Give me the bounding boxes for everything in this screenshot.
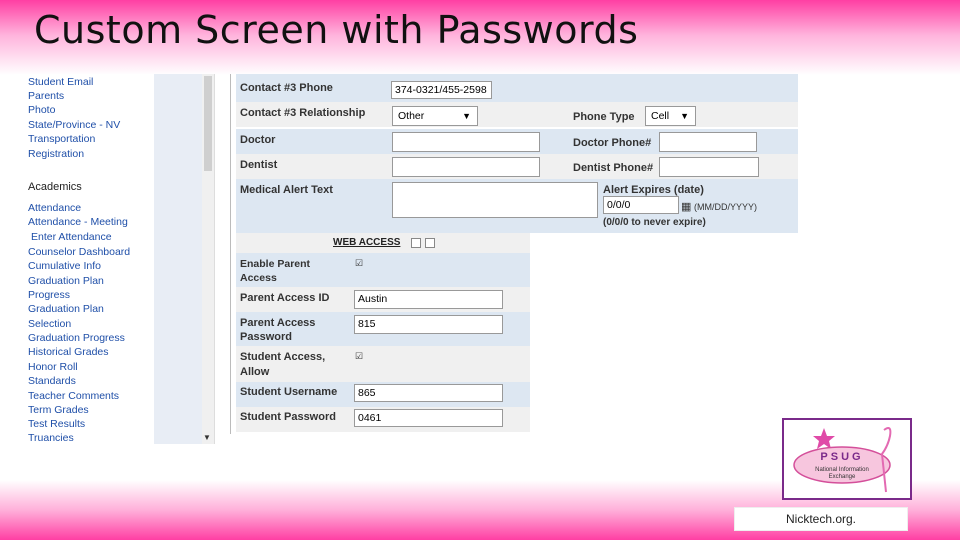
- nav-item-enter-attendance[interactable]: Enter Attendance: [31, 231, 112, 243]
- enable-parent-label-2: Access: [240, 272, 277, 284]
- alert-expires-input[interactable]: 0/0/0: [603, 196, 679, 214]
- slide-title: Custom Screen with Passwords: [34, 8, 639, 52]
- logo-text: PSUG: [820, 451, 863, 463]
- nav-item-honor-roll[interactable]: Honor Roll: [28, 361, 78, 373]
- footer-credit: Nicktech.org.: [734, 507, 908, 531]
- nav-list: Student Email Parents Photo State/Provin…: [14, 74, 154, 444]
- calendar-icon[interactable]: ▦: [681, 200, 691, 213]
- nav-item-selection[interactable]: Selection: [28, 318, 71, 330]
- nav-section-academics: Academics: [28, 181, 82, 193]
- nav-item-photo[interactable]: Photo: [28, 104, 55, 116]
- dentist-label: Dentist: [240, 159, 278, 171]
- divider: [230, 74, 231, 434]
- never-expire-hint: (0/0/0 to never expire): [603, 217, 706, 228]
- student-access-label-1: Student Access,: [240, 351, 326, 363]
- nav-item-graduation-plan-2[interactable]: Graduation Plan: [28, 303, 104, 315]
- nav-item-attendance-meeting[interactable]: Attendance - Meeting: [28, 216, 128, 228]
- nav-item-transportation[interactable]: Transportation: [28, 133, 95, 145]
- phone-type-label: Phone Type: [573, 111, 635, 123]
- contact3-phone-input[interactable]: 374-0321/455-2598: [391, 81, 492, 99]
- doctor-phone-label: Doctor Phone#: [573, 137, 652, 149]
- nav-gutter: [154, 74, 202, 444]
- parent-password-label-1: Parent Access: [240, 317, 316, 329]
- scroll-down-arrow-icon[interactable]: ▼: [203, 433, 211, 442]
- parent-id-input[interactable]: Austin: [354, 290, 503, 309]
- student-access-checkbox[interactable]: ☑: [355, 352, 364, 361]
- parent-password-input[interactable]: 815: [354, 315, 503, 334]
- nav-scrollbar[interactable]: ▼: [202, 74, 214, 444]
- student-form: Contact #3 Phone 374-0321/455-2598 Conta…: [230, 74, 798, 444]
- doctor-label: Doctor: [240, 134, 276, 146]
- student-password-label: Student Password: [240, 411, 336, 423]
- nav-item-parents[interactable]: Parents: [28, 90, 64, 102]
- web-access-box-2[interactable]: [425, 238, 435, 248]
- logo-subtitle-1: National Information: [815, 467, 869, 473]
- parent-password-label-2: Password: [240, 331, 292, 343]
- student-username-label: Student Username: [240, 386, 338, 398]
- phone-type-value: Cell: [651, 110, 670, 122]
- star-icon: [813, 428, 835, 449]
- nav-item-historical-grades[interactable]: Historical Grades: [28, 346, 109, 358]
- nav-item-registration[interactable]: Registration: [28, 148, 84, 160]
- side-navigation: Student Email Parents Photo State/Provin…: [14, 74, 215, 444]
- psug-logo: PSUG National Information Exchange: [782, 418, 912, 500]
- parent-id-label: Parent Access ID: [240, 292, 330, 304]
- student-password-input[interactable]: 0461: [354, 409, 503, 427]
- nav-item-student-email[interactable]: Student Email: [28, 76, 93, 88]
- contact3-relationship-label: Contact #3 Relationship: [240, 107, 366, 119]
- logo-graphic: PSUG National Information Exchange: [793, 427, 892, 493]
- medical-alert-textarea[interactable]: [392, 182, 598, 218]
- medical-alert-label: Medical Alert Text: [240, 184, 333, 196]
- nav-item-test-results[interactable]: Test Results: [28, 418, 85, 430]
- logo-subtitle-2: Exchange: [829, 474, 856, 480]
- nav-item-progress[interactable]: Progress: [28, 289, 70, 301]
- chevron-down-icon: ▼: [680, 111, 689, 121]
- nav-item-teacher-comments[interactable]: Teacher Comments: [28, 390, 119, 402]
- nav-item-standards[interactable]: Standards: [28, 375, 76, 387]
- dentist-phone-input[interactable]: [659, 157, 759, 177]
- student-username-input[interactable]: 865: [354, 384, 503, 402]
- doctor-input[interactable]: [392, 132, 540, 152]
- nav-item-graduation-progress[interactable]: Graduation Progress: [28, 332, 125, 344]
- doctor-phone-input[interactable]: [659, 132, 757, 152]
- nav-item-term-grades[interactable]: Term Grades: [28, 404, 89, 416]
- nav-item-truancies[interactable]: Truancies: [28, 432, 74, 444]
- nav-item-cumulative-info[interactable]: Cumulative Info: [28, 260, 101, 272]
- nav-item-counselor-dashboard[interactable]: Counselor Dashboard: [28, 246, 130, 258]
- date-format-hint: (MM/DD/YYYY): [694, 202, 757, 212]
- scrollbar-thumb[interactable]: [204, 76, 212, 171]
- nav-item-graduation-plan[interactable]: Graduation Plan: [28, 275, 104, 287]
- relationship-value: Other: [398, 110, 425, 122]
- enable-parent-checkbox[interactable]: ☑: [355, 259, 364, 268]
- web-access-box-1[interactable]: [411, 238, 421, 248]
- web-access-heading: WEB ACCESS: [333, 237, 401, 248]
- chevron-down-icon: ▼: [462, 111, 471, 121]
- nav-item-state-province[interactable]: State/Province - NV: [28, 119, 120, 131]
- alert-expires-label: Alert Expires (date): [603, 184, 704, 196]
- dentist-phone-label: Dentist Phone#: [573, 162, 654, 174]
- nav-item-attendance[interactable]: Attendance: [28, 202, 81, 214]
- contact3-relationship-select[interactable]: Other ▼: [392, 106, 478, 126]
- enable-parent-label-1: Enable Parent: [240, 258, 311, 270]
- student-access-label-2: Allow: [240, 366, 270, 378]
- phone-type-select[interactable]: Cell ▼: [645, 106, 696, 126]
- contact3-phone-label: Contact #3 Phone: [240, 82, 333, 94]
- dentist-input[interactable]: [392, 157, 540, 177]
